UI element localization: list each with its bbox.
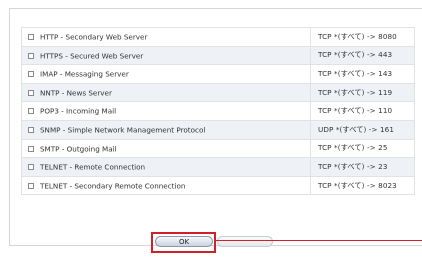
service-cell: TELNET - Secondary Remote Connection — [21, 175, 311, 196]
highlight-box — [151, 232, 216, 253]
service-name: POP3 - Incoming Mail — [40, 106, 117, 116]
service-checkbox[interactable] — [28, 108, 34, 115]
protocol-cell: TCP *(すべて) -> 119 — [310, 82, 415, 103]
service-name: IMAP - Messaging Server — [40, 69, 129, 79]
service-cell: TELNET - Remote Connection — [21, 157, 311, 177]
protocol-cell: UDP *(すべて) -> 161 — [310, 119, 415, 140]
service-checkbox[interactable] — [28, 52, 34, 59]
service-name: SNMP - Simple Network Management Protoco… — [40, 125, 206, 135]
service-cell: HTTP - Secondary Web Server — [21, 27, 311, 47]
service-name: HTTP - Secondary Web Server — [40, 32, 148, 42]
service-name: TELNET - Remote Connection — [40, 162, 146, 172]
protocol-cell: TCP *(すべて) -> 8080 — [310, 27, 415, 47]
service-table: HTTP - Secondary Web Server TCP *(すべて) -… — [21, 27, 415, 196]
table-row: IMAP - Messaging Server TCP *(すべて) -> 14… — [21, 64, 415, 84]
service-checkbox[interactable] — [28, 34, 34, 41]
table-row: NNTP - News Server TCP *(すべて) -> 119 — [21, 82, 415, 103]
service-cell: NNTP - News Server — [21, 82, 311, 103]
protocol-cell: TCP *(すべて) -> 8023 — [310, 175, 415, 196]
service-name: SMTP - Outgoing Mail — [40, 144, 117, 154]
cancel-button[interactable] — [217, 236, 273, 247]
service-checkbox[interactable] — [28, 89, 34, 96]
table-row: SNMP - Simple Network Management Protoco… — [21, 119, 415, 140]
service-checkbox[interactable] — [28, 71, 34, 78]
service-cell: SNMP - Simple Network Management Protoco… — [21, 119, 311, 140]
protocol-cell: TCP *(すべて) -> 143 — [310, 64, 415, 84]
table-row: POP3 - Incoming Mail TCP *(すべて) -> 110 — [21, 101, 415, 121]
service-name: HTTPS - Secured Web Server — [40, 51, 144, 61]
service-cell: HTTPS - Secured Web Server — [21, 45, 311, 66]
service-cell: IMAP - Messaging Server — [21, 64, 311, 84]
table-row: SMTP - Outgoing Mail TCP *(すべて) -> 25 — [21, 138, 415, 159]
service-checkbox[interactable] — [28, 145, 34, 152]
protocol-cell: TCP *(すべて) -> 443 — [310, 45, 415, 66]
service-checkbox[interactable] — [28, 164, 34, 171]
service-checkbox[interactable] — [28, 182, 34, 189]
table-row: TELNET - Remote Connection TCP *(すべて) ->… — [21, 157, 415, 177]
callout-line — [216, 240, 422, 241]
service-name: TELNET - Secondary Remote Connection — [40, 181, 186, 191]
table-row: TELNET - Secondary Remote Connection TCP… — [21, 175, 415, 196]
service-cell: POP3 - Incoming Mail — [21, 101, 311, 121]
table-row: HTTPS - Secured Web Server TCP *(すべて) ->… — [21, 45, 415, 66]
protocol-cell: TCP *(すべて) -> 25 — [310, 138, 415, 159]
service-checkbox[interactable] — [28, 127, 34, 134]
protocol-cell: TCP *(すべて) -> 23 — [310, 157, 415, 177]
service-name: NNTP - News Server — [40, 88, 112, 98]
protocol-cell: TCP *(すべて) -> 110 — [310, 101, 415, 121]
service-cell: SMTP - Outgoing Mail — [21, 138, 311, 159]
table-row: HTTP - Secondary Web Server TCP *(すべて) -… — [21, 27, 415, 47]
